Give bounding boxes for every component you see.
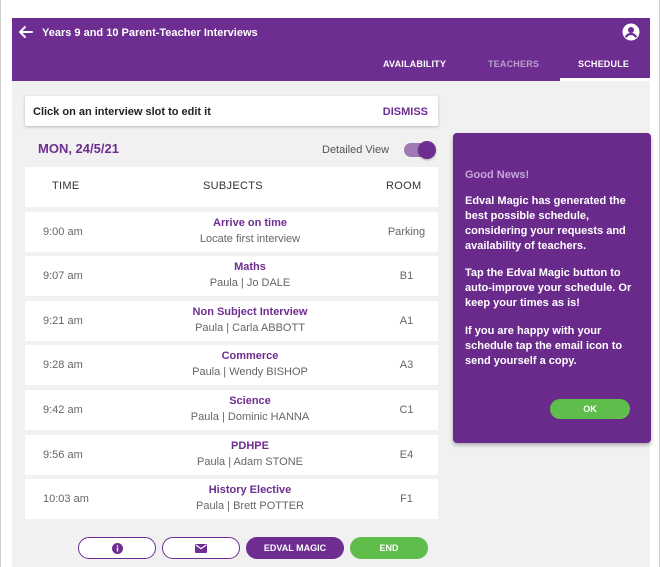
row-room: C1 [399,403,414,416]
subject-detail: Paula | Wendy BISHOP [192,366,308,379]
row-subject: History Elective Paula | Brett POTTER [125,484,375,512]
table-row[interactable]: 9:21 am Non Subject Interview Paula | Car… [25,300,438,341]
row-time: 9:42 am [43,403,83,416]
good-news-panel: Good News! Edval Magic has generated the… [453,133,651,443]
subject-name: Maths [234,261,266,274]
dismiss-button[interactable]: DISMISS [383,106,428,118]
row-time: 10:03 am [43,493,89,506]
detailed-view-label: Detailed View [322,144,390,156]
schedule-table: TIME SUBJECTS ROOM 9:00 am Arrive on tim… [25,167,438,520]
row-time: 9:56 am [43,448,83,461]
subject-detail: Paula | Dominic HANNA [190,410,310,423]
table-row[interactable]: 9:42 am Science Paula | Dominic HANNA C1 [25,389,438,430]
subject-name: Non Subject Interview [192,305,308,318]
email-button[interactable] [162,537,240,559]
subject-detail: Paula | Jo DALE [209,277,291,290]
tab-schedule[interactable]: SCHEDULE [578,59,629,69]
subject-name: Science [229,394,271,407]
tab-availability[interactable]: AVAILABILITY [383,59,446,69]
subject-detail: Paula | Brett POTTER [195,500,304,513]
table-row[interactable]: 10:03 am History Elective Paula | Brett P… [25,479,438,520]
back-arrow-icon[interactable] [18,24,36,42]
subject-name: Commerce [221,350,279,363]
account-icon[interactable] [622,23,640,41]
row-subject: Maths Paula | Jo DALE [125,261,375,289]
column-header-time: TIME [52,180,80,192]
toggle-knob[interactable] [418,141,436,159]
app-header: Years 9 and 10 Parent-Teacher Interviews… [12,18,650,81]
edval-magic-button[interactable]: EDVAL MAGIC [246,537,344,559]
info-button[interactable] [78,537,156,559]
subject-name: PDHPE [231,439,269,452]
table-row[interactable]: 9:28 am Commerce Paula | Wendy BISHOP A3 [25,345,438,386]
email-icon [195,544,207,554]
info-icon [111,543,123,555]
subject-detail: Locate first interview [199,232,301,245]
row-room: F1 [400,493,413,506]
row-time: 9:07 am [43,270,83,283]
row-room: E4 [399,448,414,461]
table-header: TIME SUBJECTS ROOM [25,167,438,207]
row-time: 9:00 am [43,225,83,238]
subject-detail: Paula | Carla ABBOTT [195,321,305,334]
row-time: 9:28 am [43,359,83,372]
row-time: 9:21 am [43,314,83,327]
schedule-date: MON, 24/5/21 [38,141,119,156]
tab-teachers[interactable]: TEACHERS [488,59,539,69]
panel-paragraph: If you are happy with your schedule tap … [465,325,623,367]
row-subject: Arrive on time Locate first interview [125,217,375,245]
panel-paragraph: Edval Magic has generated the best possi… [465,195,626,252]
table-row[interactable]: 9:56 am PDHPE Paula | Adam STONE E4 [25,434,438,475]
row-subject: Commerce Paula | Wendy BISHOP [125,350,375,378]
row-subject: Non Subject Interview Paula | Carla ABBOT… [125,306,375,334]
subject-detail: Paula | Adam STONE [197,455,303,468]
page-title: Years 9 and 10 Parent-Teacher Interviews [42,27,258,39]
hint-text: Click on an interview slot to edit it [33,106,211,118]
row-subject: PDHPE Paula | Adam STONE [125,440,375,468]
ok-button[interactable]: OK [550,399,630,419]
row-room: Parking [387,225,426,238]
row-room: A3 [399,359,414,372]
detailed-view-toggle[interactable] [404,141,436,159]
column-header-subjects: SUBJECTS [203,180,263,192]
edit-hint-card: Click on an interview slot to edit it DI… [25,96,438,126]
column-header-room: ROOM [386,180,422,192]
row-room: B1 [399,270,414,283]
subject-name: History Elective [208,484,292,497]
panel-paragraph: Tap the Edval Magic button to auto-impro… [465,267,632,309]
end-button[interactable]: END [350,537,428,559]
row-room: A1 [399,314,414,327]
table-row[interactable]: 9:07 am Maths Paula | Jo DALE B1 [25,256,438,297]
row-subject: Science Paula | Dominic HANNA [125,395,375,423]
table-row[interactable]: 9:00 am Arrive on time Locate first inter… [25,211,438,252]
subject-name: Arrive on time [213,216,287,229]
panel-title: Good News! [465,169,530,181]
